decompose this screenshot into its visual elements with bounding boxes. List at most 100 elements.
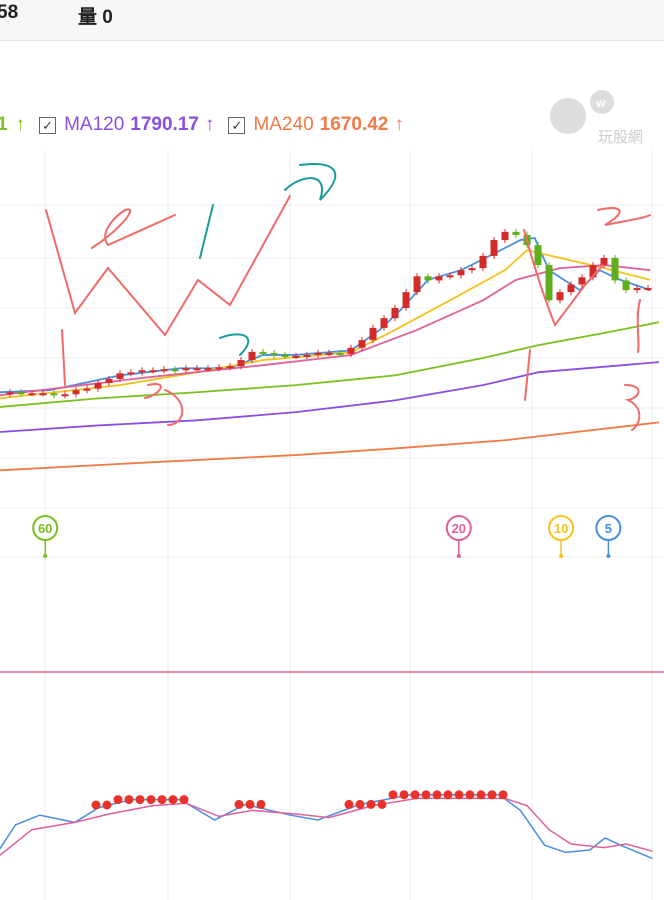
candle	[369, 327, 377, 341]
kd-signal-dot	[366, 799, 376, 809]
candle	[248, 351, 256, 361]
candle	[490, 240, 498, 256]
candle	[226, 366, 234, 369]
handwritten-stroke	[91, 208, 176, 249]
ma-marker-label: 20	[452, 521, 466, 536]
ma60-line	[0, 321, 660, 408]
candle	[193, 368, 201, 371]
candle	[336, 352, 344, 355]
handwritten-stroke	[219, 333, 250, 356]
kd-signal-dot	[377, 799, 387, 809]
candle	[347, 347, 355, 354]
candle	[314, 352, 322, 355]
kd-signal-dot	[146, 795, 156, 805]
candle	[545, 265, 553, 301]
kd-signal-dot	[476, 790, 486, 800]
ma-marker-dot	[606, 554, 611, 558]
ma-marker-label: 5	[605, 521, 612, 536]
candle	[435, 276, 443, 281]
kd-signal-dot	[443, 790, 453, 800]
kd-signal-dot	[344, 799, 354, 809]
candle	[380, 318, 388, 328]
candle	[622, 280, 630, 291]
candle	[556, 292, 564, 301]
ma-marker-label: 60	[38, 521, 52, 536]
candle	[479, 255, 487, 269]
ma120-line	[0, 361, 660, 433]
candle	[83, 388, 91, 391]
kd-signal-dot	[432, 790, 442, 800]
candle	[39, 393, 47, 396]
candle	[160, 369, 168, 372]
kd-signal-dot	[410, 790, 420, 800]
candle	[468, 268, 476, 271]
price-chart[interactable]: 60 20 10 5	[0, 0, 664, 900]
candle	[292, 355, 300, 358]
candle	[391, 307, 399, 319]
candle	[446, 275, 454, 278]
kd-signal-dot	[487, 790, 497, 800]
candle	[149, 370, 157, 373]
kd-signal-dot	[234, 799, 244, 809]
kd-signal-dot	[454, 790, 464, 800]
candle	[17, 392, 25, 395]
candle	[116, 373, 124, 379]
handwritten-stroke	[597, 207, 651, 226]
kd-signal-dot	[179, 795, 189, 805]
kd-signal-dot	[157, 795, 167, 805]
kd-signal-dot	[355, 799, 365, 809]
candle	[281, 354, 289, 357]
candle	[567, 284, 575, 293]
kd-signal-dot	[124, 795, 134, 805]
candle	[325, 352, 333, 355]
candle	[237, 360, 245, 367]
candle	[534, 245, 542, 266]
candle	[358, 340, 366, 348]
kd-signal-dot	[421, 790, 431, 800]
candle	[138, 370, 146, 373]
candle	[204, 368, 212, 371]
candle	[457, 270, 465, 276]
ma20-line	[0, 264, 651, 397]
kd-signal-dot	[168, 795, 178, 805]
candle	[501, 231, 509, 241]
handwritten-stroke	[144, 383, 184, 426]
kd-signal-dot	[399, 790, 409, 800]
kd-signal-dot	[113, 795, 123, 805]
kd-signal-dot	[465, 790, 475, 800]
candle	[50, 393, 58, 396]
candle	[94, 383, 102, 389]
candle	[402, 292, 410, 308]
candle	[61, 394, 69, 397]
candle	[182, 368, 190, 371]
ma-marker-label: 10	[554, 521, 568, 536]
candle	[611, 257, 619, 281]
kd-signal-dot	[388, 790, 398, 800]
candle	[578, 277, 586, 285]
ma-marker-dot	[456, 554, 461, 558]
candle	[6, 392, 14, 395]
candle	[28, 393, 36, 396]
candle	[171, 369, 179, 372]
candle	[303, 354, 311, 357]
candle	[215, 367, 223, 370]
ma-marker-dot	[43, 554, 48, 558]
kd-signal-dot	[91, 800, 101, 810]
kd-signal-dot	[256, 799, 266, 809]
candle	[127, 372, 135, 375]
candle	[424, 276, 432, 281]
candle	[72, 390, 80, 395]
kd-signal-dot	[245, 799, 255, 809]
kd-signal-dot	[135, 795, 145, 805]
handwritten-stroke	[284, 163, 337, 201]
candle	[105, 378, 113, 384]
ma240-line	[0, 421, 660, 472]
ma5-line	[0, 237, 651, 394]
ma-marker-dot	[559, 554, 564, 558]
candle	[633, 288, 641, 291]
candle	[512, 231, 520, 235]
handwritten-stroke	[199, 204, 214, 259]
candle	[413, 276, 421, 293]
candle	[600, 257, 608, 266]
kd-signal-dot	[498, 790, 508, 800]
